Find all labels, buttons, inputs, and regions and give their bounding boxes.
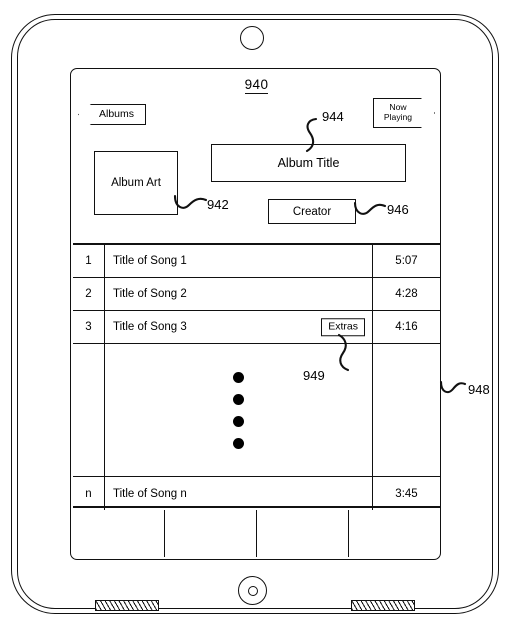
figure-number: 940 (71, 77, 442, 94)
track-title-text: Title of Song 1 (113, 255, 187, 267)
now-playing-line2: Playing (383, 112, 413, 122)
track-number-spacer (73, 344, 105, 476)
leader-line-949 (334, 333, 354, 372)
table-row[interactable]: 2 Title of Song 2 4:28 (73, 278, 440, 311)
album-creator-label: Creator (292, 205, 332, 218)
now-playing-button[interactable]: Now Playing (373, 98, 435, 128)
track-duration: 4:16 (395, 321, 418, 333)
tablet-screen: 940 Albums Now Playing Album Art Album T… (70, 68, 441, 560)
track-number: 3 (73, 311, 105, 343)
callout-948: 948 (468, 382, 490, 397)
now-playing-label: Now Playing (373, 98, 435, 128)
callout-942: 942 (207, 197, 229, 212)
track-list-ellipsis-row (73, 344, 440, 477)
track-duration: 4:28 (395, 288, 418, 300)
album-art-placeholder[interactable]: Album Art (94, 151, 178, 215)
leader-line-942 (173, 193, 208, 213)
track-list: 1 Title of Song 1 5:07 2 Title of Song 2… (73, 243, 440, 510)
track-duration-spacer (373, 344, 440, 476)
home-button[interactable] (238, 576, 267, 605)
speaker-grille-right-icon (351, 600, 415, 611)
table-row[interactable]: 3 Title of Song 3 Extras 4:16 (73, 311, 440, 344)
track-duration: 3:45 (395, 487, 418, 500)
album-creator-field: Creator (268, 199, 356, 224)
leader-line-946 (353, 198, 387, 218)
tab-item-3[interactable] (257, 510, 349, 557)
track-title-text: Title of Song 2 (113, 288, 187, 300)
tab-item-2[interactable] (165, 510, 257, 557)
album-title-label: Album Title (277, 156, 340, 170)
track-title-text: Title of Song n (113, 487, 187, 500)
track-number: 1 (73, 245, 105, 277)
tab-item-1[interactable] (73, 510, 165, 557)
table-row[interactable]: 1 Title of Song 1 5:07 (73, 245, 440, 278)
table-row[interactable]: n Title of Song n 3:45 (73, 477, 440, 510)
patent-figure: 940 Albums Now Playing Album Art Album T… (0, 0, 510, 632)
album-art-label: Album Art (111, 177, 161, 189)
track-number: 2 (73, 278, 105, 310)
vertical-ellipsis-icon (105, 344, 372, 476)
front-camera-icon (240, 26, 264, 50)
track-title: Title of Song 2 (105, 278, 373, 310)
track-title: Title of Song 3 Extras (105, 311, 373, 343)
track-duration: 5:07 (395, 255, 418, 267)
leader-line-948 (439, 378, 467, 396)
bottom-tab-bar (73, 510, 440, 557)
leader-line-944 (300, 117, 322, 153)
track-title: Title of Song n (105, 477, 373, 510)
callout-949: 949 (303, 368, 325, 383)
figure-number-text: 940 (244, 77, 269, 94)
callout-946: 946 (387, 202, 409, 217)
track-title: Title of Song 1 (105, 245, 373, 277)
tab-item-4[interactable] (349, 510, 440, 557)
speaker-grille-left-icon (95, 600, 159, 611)
track-title-spacer (105, 344, 373, 476)
track-title-text: Title of Song 3 (113, 321, 187, 333)
back-button-label: Albums (98, 108, 134, 121)
callout-944: 944 (322, 109, 344, 124)
back-to-albums-button[interactable]: Albums (78, 104, 146, 125)
track-number: n (73, 477, 105, 510)
